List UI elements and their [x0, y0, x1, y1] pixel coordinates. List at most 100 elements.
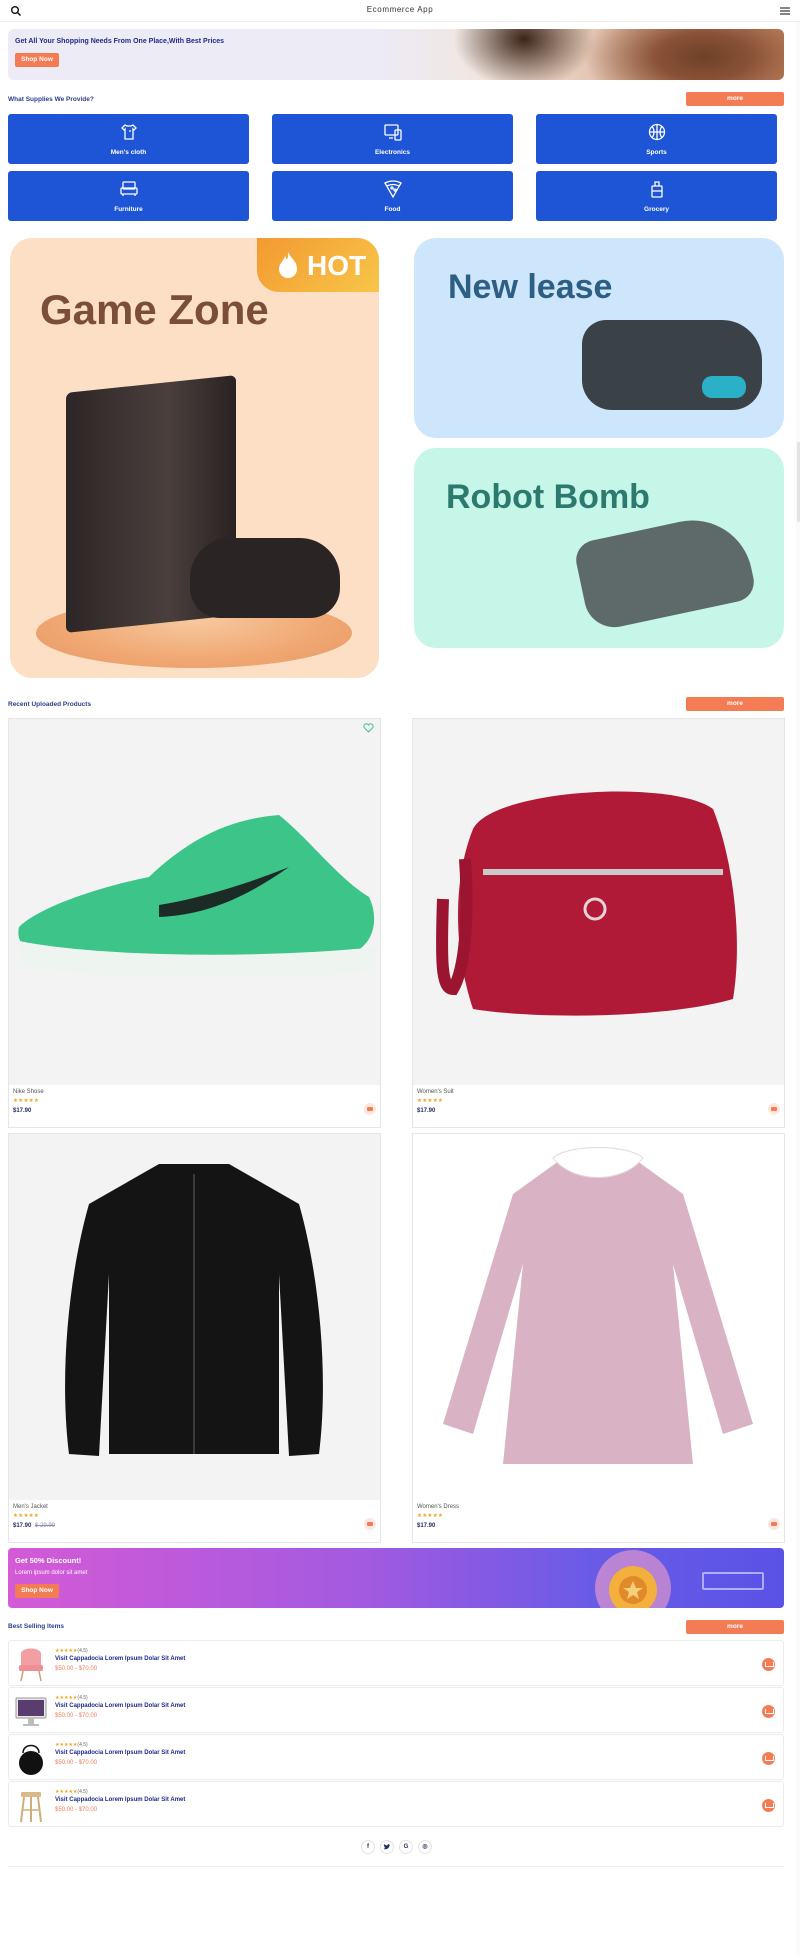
add-to-cart-icon[interactable]	[768, 1518, 780, 1530]
sofa-icon	[120, 181, 138, 196]
supplies-more-button[interactable]: more	[686, 92, 784, 106]
product-price: $17.90	[13, 1523, 32, 1529]
category-label: Sports	[646, 149, 667, 156]
scrollbar-track[interactable]	[796, 22, 800, 1956]
category-label: Food	[384, 206, 401, 213]
category-grocery[interactable]: Grocery	[536, 171, 777, 221]
product-card[interactable]: Nike Shose ★★★★★ $17.90	[8, 718, 381, 1128]
promo-title: Robot Bomb	[446, 478, 650, 516]
item-rating-value: (4.5)	[77, 1695, 88, 1701]
item-rating: ★★★★★(4.5)	[55, 1789, 88, 1795]
hot-badge: HOT	[257, 238, 379, 292]
best-selling-item[interactable]: ★★★★★(4.5) Visit Cappadocia Lorem Ipsum …	[8, 1734, 784, 1780]
product-old-price: $ 29.99	[35, 1523, 56, 1529]
monitor-thumbnail	[15, 1697, 47, 1726]
add-to-cart-icon[interactable]	[364, 1518, 376, 1530]
item-price-range: $50.00 - $70.00	[55, 1666, 98, 1672]
promo-robot-bomb[interactable]: Robot Bomb	[414, 448, 784, 648]
product-name: Men's Jacket	[13, 1504, 48, 1510]
product-card[interactable]: Women's Dress ★★★★★ $17.90	[412, 1133, 785, 1543]
product-rating-stars: ★★★★★	[417, 1513, 444, 1519]
flame-icon	[279, 252, 297, 278]
devices-icon	[384, 124, 402, 141]
banner-headline: Get All Your Shopping Needs From One Pla…	[15, 38, 225, 45]
vr-lens	[702, 376, 746, 398]
category-label: Men's cloth	[110, 149, 147, 156]
product-rating-stars: ★★★★★	[417, 1098, 444, 1104]
best-selling-section-title: Best Selling Items	[8, 1623, 64, 1630]
item-name: Visit Cappadocia Lorem Ipsum Dolar Sit A…	[55, 1797, 186, 1803]
banner-image	[404, 29, 784, 80]
twitter-bird-glyph	[383, 1844, 391, 1850]
category-furniture[interactable]: Furniture	[8, 171, 249, 221]
product-price: $17.90	[417, 1108, 436, 1114]
grocery-icon	[651, 181, 663, 198]
product-card[interactable]: Men's Jacket ★★★★★ $17.90 $ 29.99	[8, 1133, 381, 1543]
category-sports[interactable]: Sports	[536, 114, 777, 164]
facebook-icon[interactable]: f	[361, 1840, 375, 1854]
footer-divider	[8, 1866, 784, 1867]
item-rating: ★★★★★(4.5)	[55, 1742, 88, 1748]
hero-banner: Get All Your Shopping Needs From One Pla…	[8, 29, 784, 80]
product-image-dress	[413, 1134, 784, 1500]
discount-shop-now-button[interactable]: Shop Now	[15, 1584, 59, 1598]
cart-icon[interactable]	[762, 1658, 775, 1671]
shirt-icon	[121, 124, 137, 140]
category-mens-cloth[interactable]: Men's cloth	[8, 114, 249, 164]
hot-badge-label: HOT	[307, 250, 367, 281]
product-name: Women's Dress	[417, 1504, 460, 1510]
best-selling-more-button[interactable]: more	[686, 1620, 784, 1634]
product-rating-stars: ★★★★★	[13, 1098, 40, 1104]
product-image-bag	[413, 719, 784, 1085]
google-icon[interactable]: G	[399, 1840, 413, 1854]
product-price: $17.90	[417, 1523, 436, 1529]
hamburger-menu-icon[interactable]	[778, 4, 792, 18]
cart-icon[interactable]	[762, 1799, 775, 1812]
item-stars: ★★★★★	[55, 1742, 78, 1748]
item-rating-value: (4.5)	[77, 1648, 88, 1654]
cart-icon[interactable]	[762, 1752, 775, 1765]
category-label: Grocery	[644, 206, 669, 213]
handbag-thumbnail	[19, 1744, 43, 1775]
category-food[interactable]: Food	[272, 171, 513, 221]
promo-new-lease[interactable]: New lease	[414, 238, 784, 438]
item-name: Visit Cappadocia Lorem Ipsum Dolar Sit A…	[55, 1656, 186, 1662]
category-electronics[interactable]: Electronics	[272, 114, 513, 164]
promo-game-zone[interactable]: HOT Game Zone	[10, 238, 379, 678]
category-label: Furniture	[114, 206, 143, 213]
cart-icon[interactable]	[762, 1705, 775, 1718]
stool-thumbnail	[20, 1792, 42, 1823]
item-rating: ★★★★★(4.5)	[55, 1648, 88, 1654]
best-selling-item[interactable]: ★★★★★(4.5) Visit Cappadocia Lorem Ipsum …	[8, 1687, 784, 1733]
supplies-section-title: What Supplies We Provide?	[8, 96, 94, 103]
item-rating-value: (4.5)	[77, 1789, 88, 1795]
item-name: Visit Cappadocia Lorem Ipsum Dolar Sit A…	[55, 1750, 186, 1756]
item-rating: ★★★★★(4.5)	[55, 1695, 88, 1701]
pizza-icon	[384, 180, 402, 199]
promo-title: Game Zone	[40, 286, 269, 333]
shop-now-button[interactable]: Shop Now	[15, 53, 59, 67]
decorative-frame	[702, 1572, 764, 1590]
page: Ecommerce App Get All Your Shopping Need…	[0, 0, 800, 1956]
product-rating-stars: ★★★★★	[13, 1513, 40, 1519]
item-stars: ★★★★★	[55, 1648, 78, 1654]
item-name: Visit Cappadocia Lorem Ipsum Dolar Sit A…	[55, 1703, 186, 1709]
item-price-range: $50.00 - $70.00	[55, 1713, 98, 1719]
product-image-jacket	[9, 1134, 380, 1500]
recent-more-button[interactable]: more	[686, 697, 784, 711]
product-image-shoe	[9, 719, 380, 1085]
heart-icon[interactable]	[363, 723, 374, 733]
app-title: Ecommerce App	[366, 5, 434, 14]
recent-section-title: Recent Uploaded Products	[8, 701, 92, 708]
item-stars: ★★★★★	[55, 1789, 78, 1795]
twitter-icon[interactable]	[380, 1840, 394, 1854]
add-to-cart-icon[interactable]	[364, 1103, 376, 1115]
product-card[interactable]: Women's Suit ★★★★★ $17.90	[412, 718, 785, 1128]
add-to-cart-icon[interactable]	[768, 1103, 780, 1115]
best-selling-item[interactable]: ★★★★★(4.5) Visit Cappadocia Lorem Ipsum …	[8, 1781, 784, 1827]
vr-headset-image	[582, 320, 762, 410]
item-rating-value: (4.5)	[77, 1742, 88, 1748]
instagram-icon[interactable]: ◎	[418, 1840, 432, 1854]
best-selling-item[interactable]: ★★★★★(4.5) Visit Cappadocia Lorem Ipsum …	[8, 1640, 784, 1686]
promo-title: New lease	[448, 268, 613, 306]
